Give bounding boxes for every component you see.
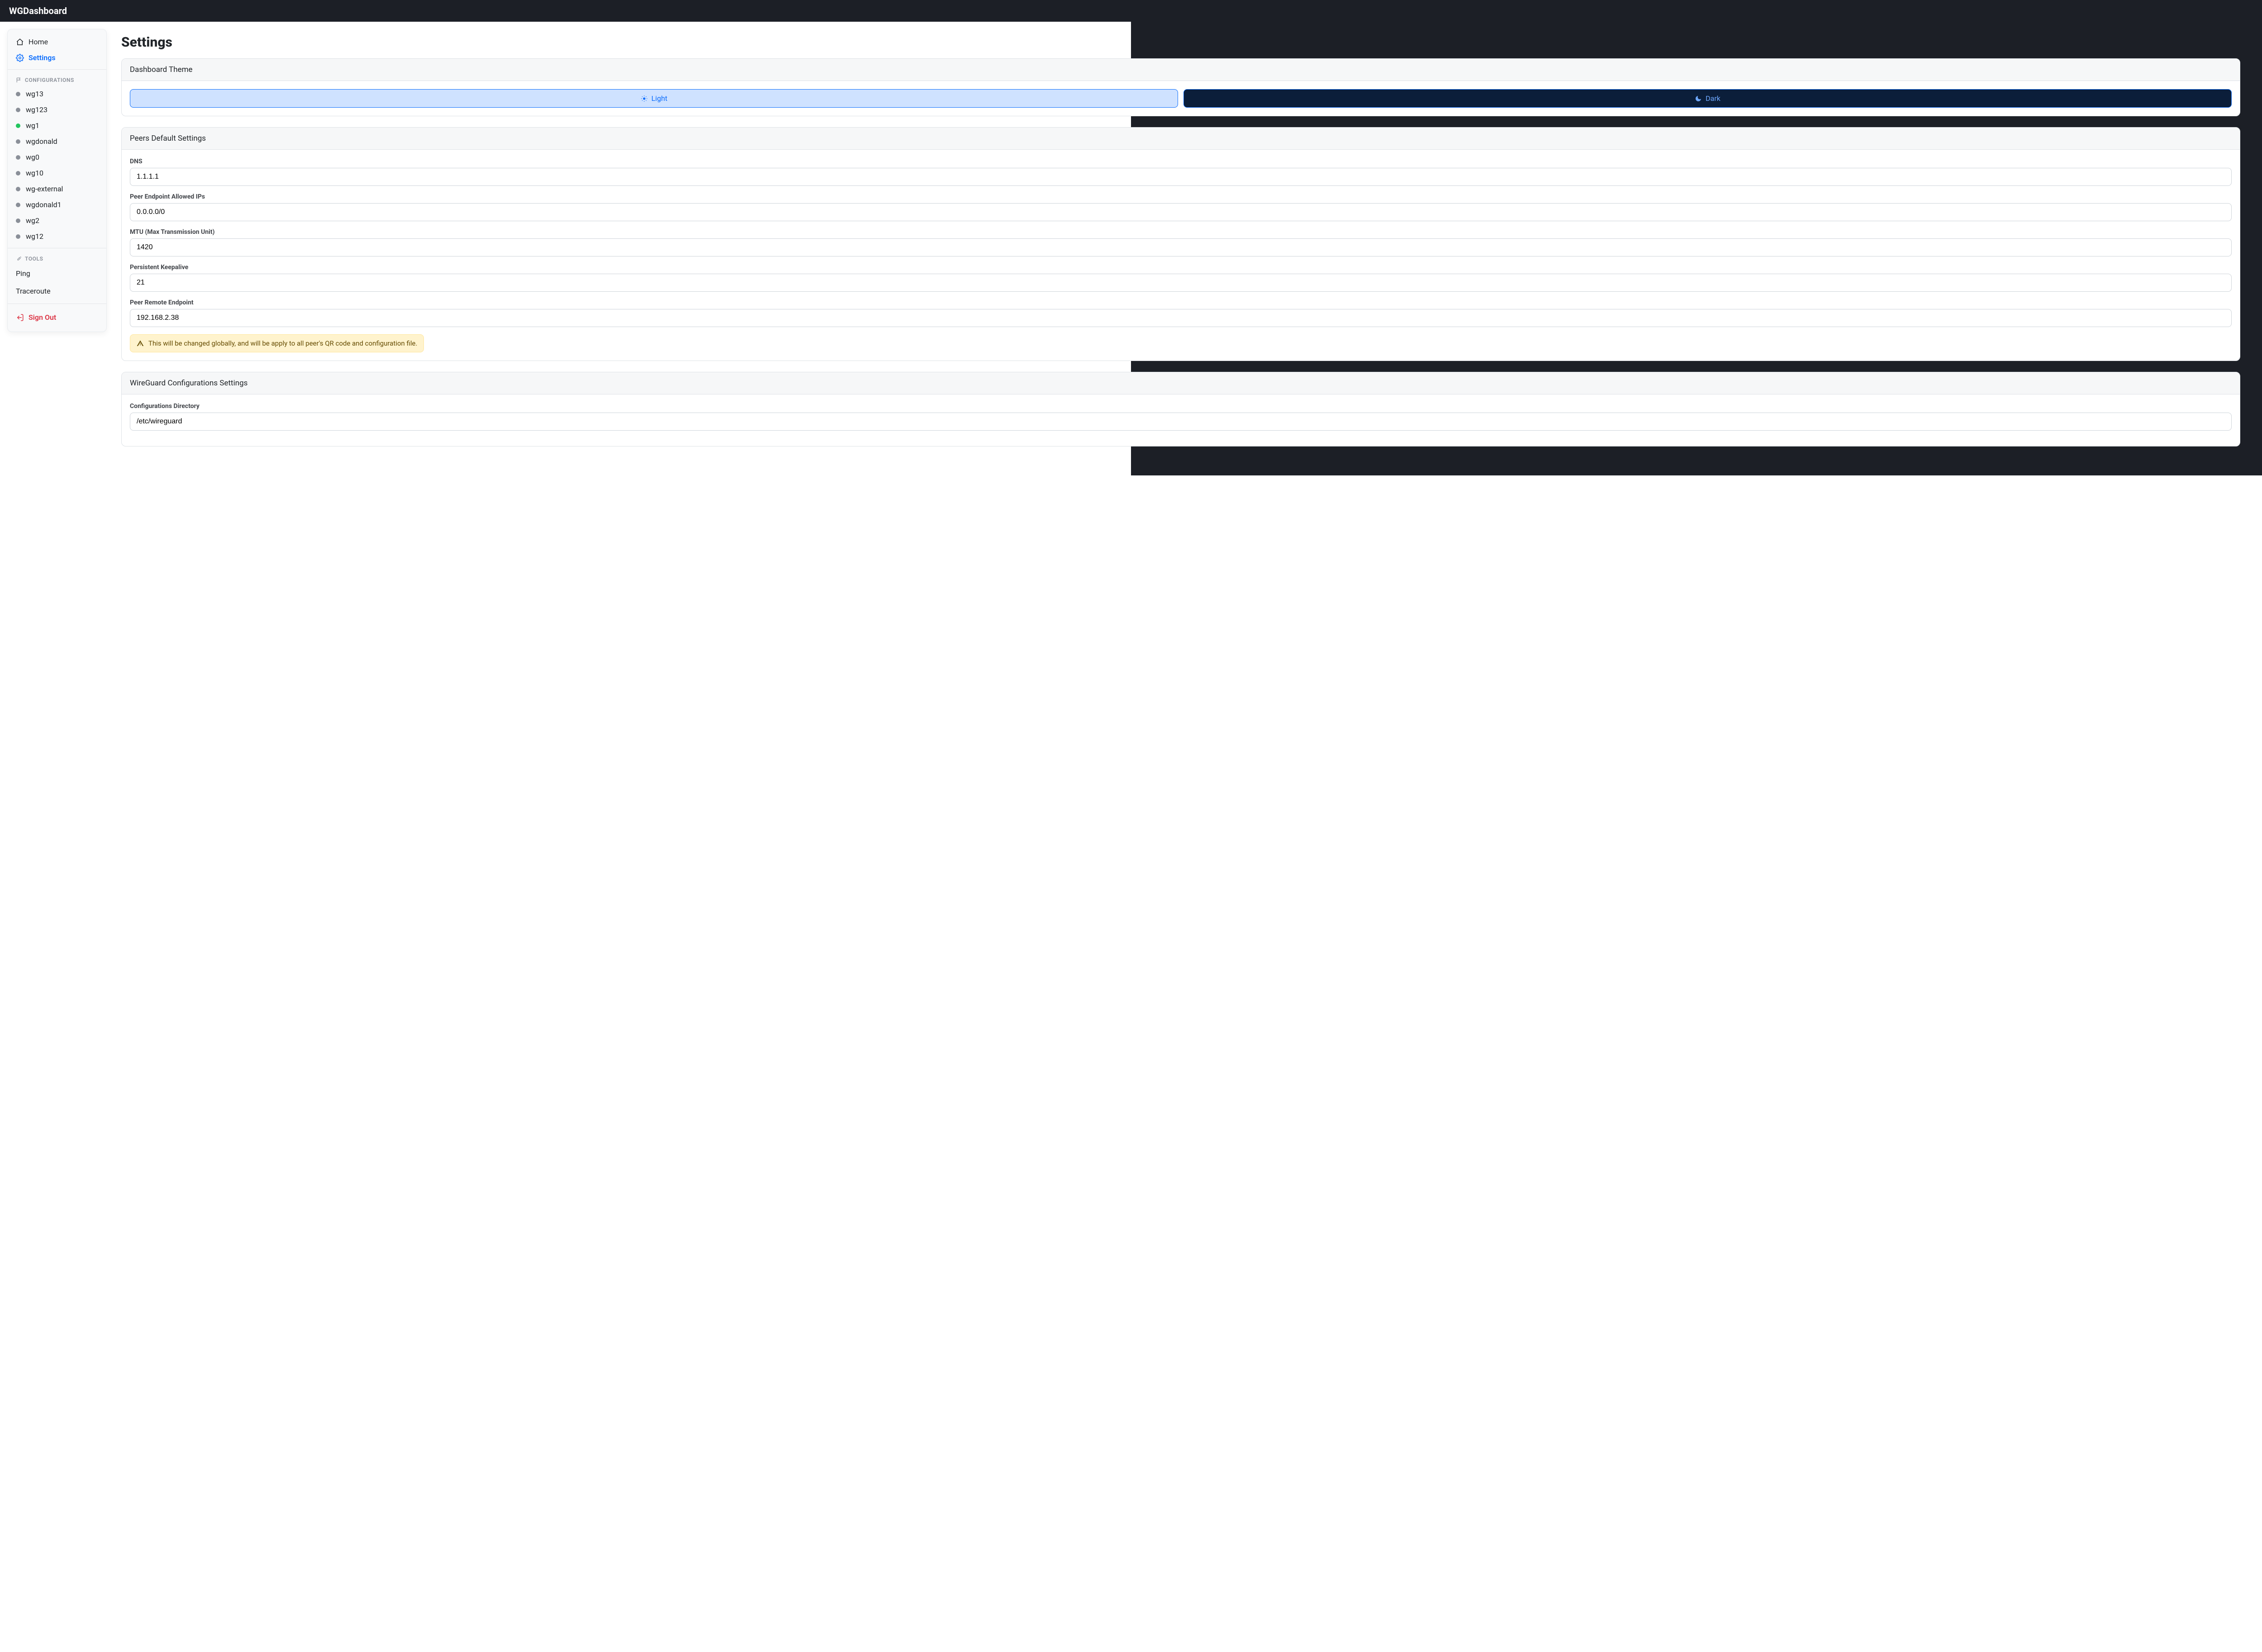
home-icon	[16, 38, 24, 46]
keepalive-label: Persistent Keepalive	[130, 264, 2232, 271]
theme-dark-label: Dark	[1706, 94, 1720, 103]
mtu-label: MTU (Max Transmission Unit)	[130, 228, 2232, 236]
endpoint-alert-text: This will be changed globally, and will …	[148, 339, 417, 347]
nav-home[interactable]: Home	[8, 34, 106, 50]
config-item-label: wgdonald	[26, 137, 57, 146]
config-item[interactable]: wg-external	[8, 181, 106, 197]
status-dot	[16, 218, 20, 223]
config-item-label: wg1	[26, 121, 39, 130]
card-peers: Peers Default Settings DNS Peer Endpoint…	[121, 127, 2240, 361]
signout-label: Sign Out	[29, 313, 56, 322]
dns-label: DNS	[130, 158, 2232, 165]
status-dot	[16, 234, 20, 239]
sidebar-tools-header: TOOLS	[8, 252, 106, 265]
card-wg-header: WireGuard Configurations Settings	[122, 372, 2240, 394]
card-peers-header: Peers Default Settings	[122, 128, 2240, 150]
signout[interactable]: Sign Out	[8, 308, 106, 327]
tool-ping[interactable]: Ping	[8, 265, 106, 282]
config-item-label: wg-external	[26, 185, 63, 193]
status-dot	[16, 92, 20, 96]
conf-dir-label: Configurations Directory	[130, 403, 2232, 410]
sidebar: Home Settings CONFIGURATIONS wg13wg123wg…	[7, 29, 107, 332]
status-dot	[16, 155, 20, 160]
config-item-label: wgdonald1	[26, 200, 62, 209]
mtu-input[interactable]	[130, 238, 2232, 256]
card-wg-body: Configurations Directory	[122, 394, 2240, 446]
theme-dark-button[interactable]: Dark	[1183, 89, 2232, 108]
status-dot	[16, 203, 20, 207]
conf-dir-input[interactable]	[130, 413, 2232, 431]
card-peers-body: DNS Peer Endpoint Allowed IPs MTU (Max T…	[122, 150, 2240, 361]
theme-buttons: Light Dark	[130, 89, 2232, 108]
card-theme: Dashboard Theme Light Dark	[121, 58, 2240, 116]
main: Settings Dashboard Theme Light Dark Peer…	[114, 22, 2262, 475]
config-item[interactable]: wg0	[8, 149, 106, 165]
page-title: Settings	[121, 34, 2240, 50]
config-item-label: wg10	[26, 169, 43, 177]
nav-settings-label: Settings	[29, 53, 56, 62]
divider	[8, 69, 106, 70]
config-item-label: wg123	[26, 105, 48, 114]
config-item[interactable]: wg13	[8, 86, 106, 102]
status-dot	[16, 123, 20, 128]
nav-home-label: Home	[29, 38, 48, 46]
dns-input[interactable]	[130, 168, 2232, 186]
config-item[interactable]: wg12	[8, 228, 106, 244]
flag-icon	[16, 77, 22, 83]
status-dot	[16, 139, 20, 144]
status-dot	[16, 108, 20, 112]
nav-settings[interactable]: Settings	[8, 50, 106, 66]
sidebar-configs-list: wg13 wg123 wg1 wgdonald wg0 wg10 wg-external wg…	[8, 86, 106, 244]
card-theme-header: Dashboard Theme	[122, 59, 2240, 81]
app-title: WGDashboard	[9, 5, 67, 16]
status-dot	[16, 171, 20, 176]
tool-traceroute[interactable]: Traceroute	[8, 282, 106, 300]
config-item[interactable]: wgdonald	[8, 133, 106, 149]
config-item[interactable]: wgdonald1	[8, 197, 106, 213]
status-dot	[16, 187, 20, 191]
allowed-ips-label: Peer Endpoint Allowed IPs	[130, 193, 2232, 200]
endpoint-input[interactable]	[130, 309, 2232, 327]
gear-icon	[16, 54, 24, 62]
logout-icon	[16, 313, 24, 322]
layout: Home Settings CONFIGURATIONS wg13wg123wg…	[0, 22, 2262, 475]
config-item-label: wg0	[26, 153, 39, 161]
config-item[interactable]: wg10	[8, 165, 106, 181]
config-item-label: wg12	[26, 232, 43, 241]
sidebar-configs-header: CONFIGURATIONS	[8, 73, 106, 86]
config-item[interactable]: wg1	[8, 118, 106, 133]
theme-light-button[interactable]: Light	[130, 89, 1178, 108]
warning-icon	[137, 340, 144, 347]
theme-light-label: Light	[651, 94, 668, 103]
moon-icon	[1695, 95, 1702, 102]
allowed-ips-input[interactable]	[130, 203, 2232, 221]
sun-icon	[641, 95, 648, 102]
card-theme-body: Light Dark	[122, 81, 2240, 116]
endpoint-alert: This will be changed globally, and will …	[130, 334, 424, 352]
endpoint-label: Peer Remote Endpoint	[130, 299, 2232, 306]
keepalive-input[interactable]	[130, 274, 2232, 292]
config-item-label: wg13	[26, 90, 43, 98]
config-item-label: wg2	[26, 216, 39, 225]
tools-icon	[16, 256, 22, 262]
config-item[interactable]: wg2	[8, 213, 106, 228]
card-wg: WireGuard Configurations Settings Config…	[121, 372, 2240, 446]
navbar: WGDashboard	[0, 0, 2262, 22]
config-item[interactable]: wg123	[8, 102, 106, 118]
